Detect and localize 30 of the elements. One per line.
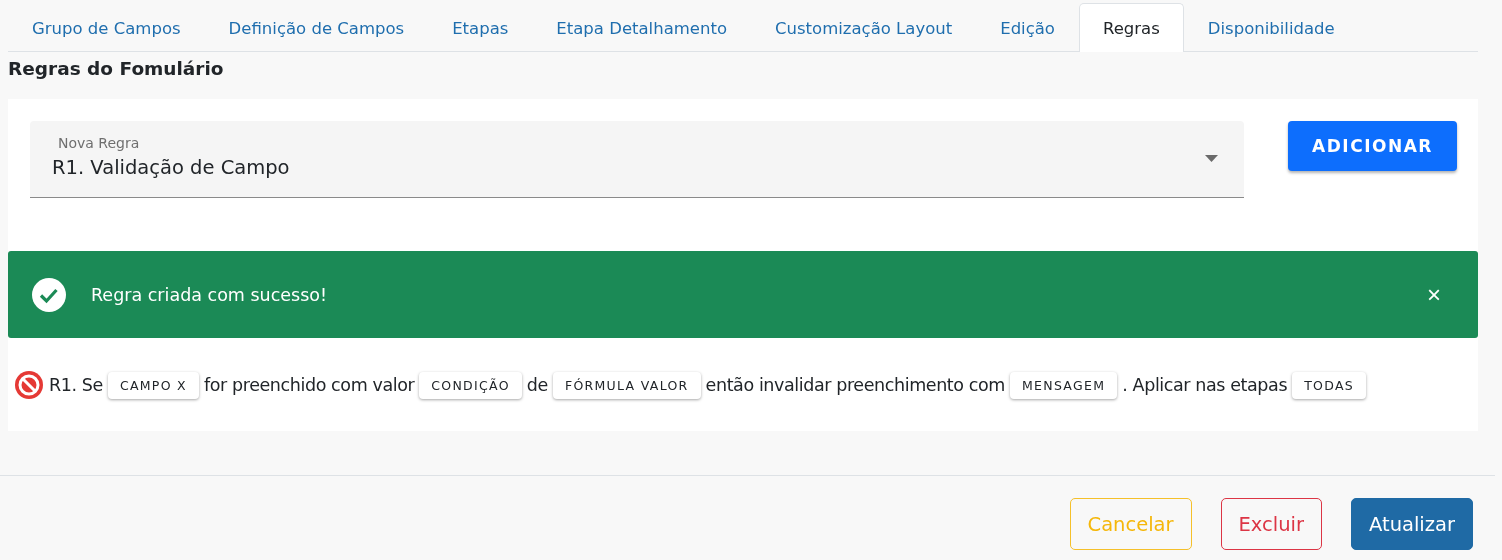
rule-text: então invalidar preenchimento com (705, 375, 1005, 395)
close-button[interactable]: × (1423, 282, 1445, 307)
delete-button[interactable]: Excluir (1220, 498, 1322, 550)
placeholder-chip[interactable]: TODAS (1292, 371, 1366, 399)
prohibited-icon (14, 370, 44, 400)
section-title: Regras do Fomulário (8, 57, 224, 81)
placeholder-chip[interactable]: FÓRMULA VALOR (552, 371, 701, 399)
tab[interactable]: Etapas (428, 3, 533, 52)
tab[interactable]: Etapa Detalhamento (532, 3, 751, 52)
dropdown-caret-icon (1205, 155, 1218, 162)
rule-text: for preenchido com valor (204, 375, 415, 395)
field-label: Nova Regra (58, 135, 140, 151)
tab[interactable]: Disponibilidade (1183, 3, 1359, 52)
tab[interactable]: Definição de Campos (204, 3, 429, 52)
alert-message: Regra criada com sucesso! (91, 284, 329, 305)
tab[interactable]: Edição (976, 3, 1079, 52)
placeholder-chip[interactable]: CAMPO X (107, 371, 199, 399)
tab[interactable]: Customização Layout (751, 3, 977, 52)
tab[interactable]: Regras (1078, 3, 1184, 52)
field-value: R1. Validação de Campo (52, 156, 291, 179)
rule-text: R1. Se (49, 375, 103, 395)
tab[interactable]: Grupo de Campos (8, 3, 205, 52)
update-button[interactable]: Atualizar (1351, 498, 1473, 550)
placeholder-chip[interactable]: MENSAGEM (1009, 371, 1118, 399)
placeholder-chip[interactable]: CONDIÇÃO (419, 371, 522, 399)
add-button[interactable]: ADICIONAR (1288, 121, 1457, 171)
check-circle-icon (32, 277, 66, 312)
select-field[interactable]: Nova Regra R1. Validação de Campo (30, 121, 1244, 198)
rule-text: . Aplicar nas etapas (1122, 375, 1288, 395)
rule-text: de (526, 375, 548, 395)
